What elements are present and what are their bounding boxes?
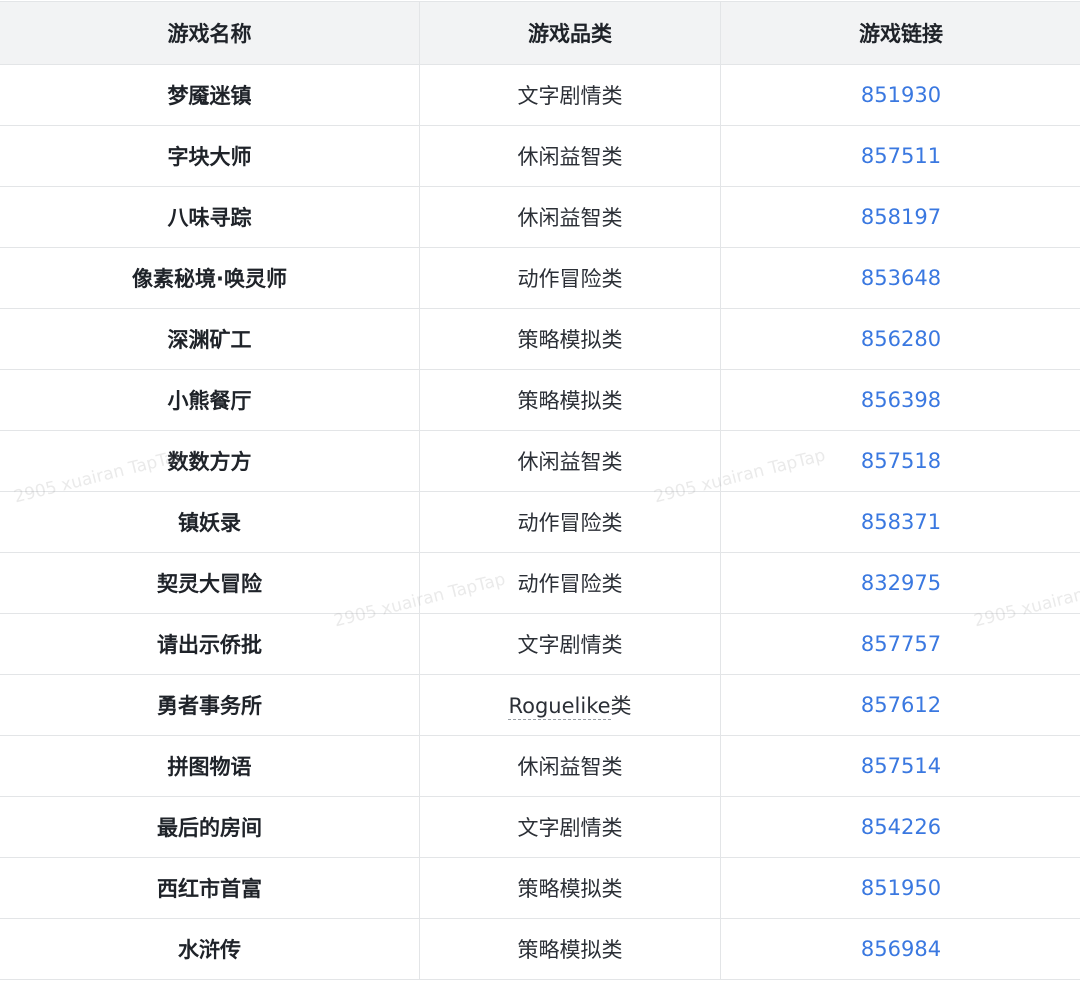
- game-name-cell: 契灵大冒险: [0, 552, 420, 614]
- game-category-text: 文字剧情类: [517, 84, 623, 108]
- game-link[interactable]: 851930: [861, 83, 941, 107]
- game-link-cell: 856398: [720, 369, 1080, 431]
- game-name-cell: 西红市首富: [0, 857, 420, 919]
- game-category-text: 动作冒险类: [517, 572, 623, 596]
- game-name-cell: 勇者事务所: [0, 674, 420, 736]
- game-category-text: 策略模拟类: [517, 389, 623, 413]
- game-name-cell: 拼图物语: [0, 735, 420, 797]
- game-category-cell: 动作冒险类: [419, 247, 721, 309]
- game-category-text: 策略模拟类: [517, 877, 623, 901]
- game-link-cell: 853648: [720, 247, 1080, 309]
- game-category-text: 休闲益智类: [517, 206, 623, 230]
- table-row: 镇妖录 动作冒险类 858371: [0, 491, 1080, 553]
- game-category-cell: 动作冒险类: [419, 552, 721, 614]
- game-name-cell: 八味寻踪: [0, 186, 420, 248]
- game-link-cell: 832975: [720, 552, 1080, 614]
- game-link[interactable]: 857511: [861, 144, 941, 168]
- table-row: 契灵大冒险 动作冒险类 832975: [0, 552, 1080, 614]
- game-name-cell: 深渊矿工: [0, 308, 420, 370]
- table-row: 深渊矿工 策略模拟类 856280: [0, 308, 1080, 370]
- game-link[interactable]: 851950: [861, 876, 941, 900]
- table-row: 小熊餐厅 策略模拟类 856398: [0, 369, 1080, 431]
- game-category-cell: 休闲益智类: [419, 186, 721, 248]
- game-name-cell: 像素秘境·唤灵师: [0, 247, 420, 309]
- game-link-cell: 854226: [720, 796, 1080, 858]
- table-row: 水浒传 策略模拟类 856984: [0, 918, 1080, 980]
- game-name-cell: 水浒传: [0, 918, 420, 980]
- game-link[interactable]: 858371: [861, 510, 941, 534]
- table-row: 数数方方 休闲益智类 857518: [0, 430, 1080, 492]
- table-body: 梦魇迷镇 文字剧情类 851930 字块大师 休闲益智类 857511 八味寻踪 休闲益智类 8…: [0, 64, 1080, 980]
- table-row: 梦魇迷镇 文字剧情类 851930: [0, 64, 1080, 126]
- game-table: 游戏名称 游戏品类 游戏链接 梦魇迷镇 文字剧情类 851930 字块大师 休闲益智类 8…: [0, 1, 1080, 980]
- game-table-page: 游戏名称 游戏品类 游戏链接 梦魇迷镇 文字剧情类 851930 字块大师 休闲益智类 8…: [0, 0, 1080, 998]
- game-name-cell: 镇妖录: [0, 491, 420, 553]
- game-name-cell: 最后的房间: [0, 796, 420, 858]
- game-link[interactable]: 857757: [861, 632, 941, 656]
- table-row: 字块大师 休闲益智类 857511: [0, 125, 1080, 187]
- game-category-text: 休闲益智类: [517, 450, 623, 474]
- game-link[interactable]: 854226: [861, 815, 941, 839]
- game-category-cell: 文字剧情类: [419, 613, 721, 675]
- game-category-cell: 动作冒险类: [419, 491, 721, 553]
- game-link-cell: 856984: [720, 918, 1080, 980]
- header-game-category: 游戏品类: [419, 1, 721, 65]
- game-link[interactable]: 858197: [861, 205, 941, 229]
- game-link-cell: 858371: [720, 491, 1080, 553]
- game-link[interactable]: 832975: [861, 571, 941, 595]
- game-link-cell: 851930: [720, 64, 1080, 126]
- game-category-cell: 文字剧情类: [419, 64, 721, 126]
- game-link-cell: 851950: [720, 857, 1080, 919]
- table-row: 请出示侨批 文字剧情类 857757: [0, 613, 1080, 675]
- game-category-text: 策略模拟类: [517, 938, 623, 962]
- table-row: 西红市首富 策略模拟类 851950: [0, 857, 1080, 919]
- game-link[interactable]: 857518: [861, 449, 941, 473]
- game-name-cell: 数数方方: [0, 430, 420, 492]
- game-link[interactable]: 857612: [861, 693, 941, 717]
- game-name-cell: 字块大师: [0, 125, 420, 187]
- game-link[interactable]: 857514: [861, 754, 941, 778]
- game-category-text: Roguelike类: [508, 694, 632, 720]
- table-row: 像素秘境·唤灵师 动作冒险类 853648: [0, 247, 1080, 309]
- game-link[interactable]: 856280: [861, 327, 941, 351]
- game-link-cell: 857511: [720, 125, 1080, 187]
- game-link-cell: 857612: [720, 674, 1080, 736]
- game-category-text: 动作冒险类: [517, 267, 623, 291]
- game-category-cell: 休闲益智类: [419, 735, 721, 797]
- game-category-cell: Roguelike类: [419, 674, 721, 736]
- game-category-text: 策略模拟类: [517, 328, 623, 352]
- game-category-cell: 策略模拟类: [419, 918, 721, 980]
- game-name-cell: 请出示侨批: [0, 613, 420, 675]
- game-category-cell: 休闲益智类: [419, 125, 721, 187]
- game-link[interactable]: 856398: [861, 388, 941, 412]
- table-row: 拼图物语 休闲益智类 857514: [0, 735, 1080, 797]
- game-link-cell: 857518: [720, 430, 1080, 492]
- game-category-cell: 策略模拟类: [419, 857, 721, 919]
- game-name-cell: 梦魇迷镇: [0, 64, 420, 126]
- game-category-cell: 策略模拟类: [419, 308, 721, 370]
- game-link[interactable]: 856984: [861, 937, 941, 961]
- game-category-text: 休闲益智类: [517, 755, 623, 779]
- game-category-text: 动作冒险类: [517, 511, 623, 535]
- table-row: 八味寻踪 休闲益智类 858197: [0, 186, 1080, 248]
- table-row: 最后的房间 文字剧情类 854226: [0, 796, 1080, 858]
- header-game-link: 游戏链接: [720, 1, 1080, 65]
- game-category-text: 文字剧情类: [517, 816, 623, 840]
- header-game-name: 游戏名称: [0, 1, 420, 65]
- game-category-cell: 休闲益智类: [419, 430, 721, 492]
- table-header-row: 游戏名称 游戏品类 游戏链接: [0, 1, 1080, 65]
- game-category-cell: 策略模拟类: [419, 369, 721, 431]
- game-category-text: 文字剧情类: [517, 633, 623, 657]
- table-row: 勇者事务所 Roguelike类 857612: [0, 674, 1080, 736]
- game-link-cell: 857514: [720, 735, 1080, 797]
- game-link-cell: 858197: [720, 186, 1080, 248]
- game-link-cell: 856280: [720, 308, 1080, 370]
- game-category-cell: 文字剧情类: [419, 796, 721, 858]
- game-category-text: 休闲益智类: [517, 145, 623, 169]
- game-link[interactable]: 853648: [861, 266, 941, 290]
- game-link-cell: 857757: [720, 613, 1080, 675]
- game-name-cell: 小熊餐厅: [0, 369, 420, 431]
